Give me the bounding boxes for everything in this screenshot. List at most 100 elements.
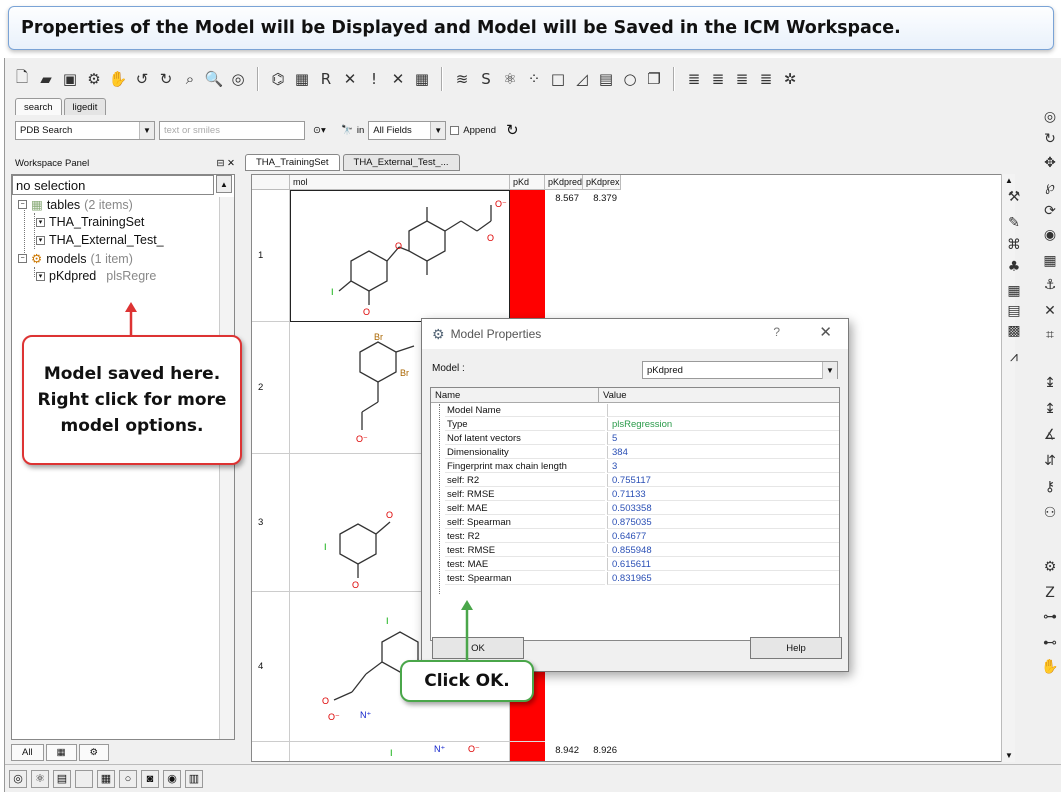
- tab-tables-icon[interactable]: ▦: [45, 744, 77, 761]
- move-icon[interactable]: ✥: [1041, 154, 1059, 172]
- redo-icon[interactable]: ↻: [155, 68, 177, 90]
- circle-icon[interactable]: ○: [619, 68, 641, 90]
- hand-icon[interactable]: ✋: [107, 68, 129, 90]
- workspace-selection[interactable]: no selection: [12, 175, 214, 195]
- blank-icon[interactable]: [75, 769, 93, 788]
- property-value[interactable]: 0.755117: [607, 474, 839, 487]
- grid-view-icon[interactable]: ▦: [1005, 282, 1023, 300]
- tab-search[interactable]: search: [15, 98, 62, 115]
- pkd-value-cell[interactable]: [510, 742, 545, 761]
- property-value[interactable]: 384: [607, 446, 839, 459]
- copy-icon[interactable]: ❐: [643, 68, 665, 90]
- undo-icon[interactable]: ↺: [131, 68, 153, 90]
- grid-icon[interactable]: ▦: [411, 68, 433, 90]
- align3-icon[interactable]: ≣: [731, 68, 753, 90]
- tab-all[interactable]: All: [11, 744, 44, 761]
- plot-icon[interactable]: ⩘: [1005, 348, 1023, 366]
- distance-icon[interactable]: ↨: [1041, 374, 1059, 392]
- anchor-icon[interactable]: ⚓: [1041, 276, 1059, 294]
- table-view-icon[interactable]: ▤: [1005, 302, 1023, 320]
- clip-icon[interactable]: ⚇: [1041, 504, 1059, 522]
- collapse-icon[interactable]: −: [18, 200, 27, 209]
- property-value[interactable]: 3: [607, 460, 839, 473]
- grid-icon[interactable]: ▦: [97, 769, 115, 788]
- table-icon[interactable]: ▥: [185, 769, 203, 788]
- property-value[interactable]: 0.615611: [607, 558, 839, 571]
- help-button[interactable]: Help: [750, 637, 842, 659]
- pkdpred-value[interactable]: 8.942: [545, 745, 583, 756]
- xyz-icon[interactable]: ⌗: [1041, 326, 1059, 344]
- close-icon[interactable]: ✕: [819, 323, 832, 341]
- collapse-icon[interactable]: −: [18, 254, 27, 263]
- molecule-icon[interactable]: ⚛: [499, 68, 521, 90]
- chem-edit-icon[interactable]: ⌬: [267, 68, 289, 90]
- mol-cell[interactable]: O O⁻ O O I: [290, 190, 510, 322]
- new-file-icon[interactable]: 🗋: [11, 68, 33, 90]
- property-value[interactable]: 0.831965: [607, 572, 839, 585]
- pkdprex-value[interactable]: 8.379: [583, 193, 621, 204]
- tree-icon[interactable]: ♣: [1005, 258, 1023, 276]
- cross-icon[interactable]: ✕: [1041, 302, 1059, 320]
- rotate-icon[interactable]: ⟳: [1041, 202, 1059, 220]
- exclamation-icon[interactable]: !: [363, 68, 385, 90]
- dots-grid-icon[interactable]: ▩: [1005, 322, 1023, 340]
- document-icon[interactable]: ▤: [53, 769, 71, 788]
- lasso-icon[interactable]: ℘: [1041, 178, 1059, 196]
- box-icon[interactable]: □: [547, 68, 569, 90]
- grid-icon[interactable]: ▦: [1041, 252, 1059, 270]
- wrench-icon[interactable]: ⚙: [1041, 558, 1059, 576]
- chevron-down-icon[interactable]: ▼: [430, 121, 446, 139]
- align2-icon[interactable]: ≣: [707, 68, 729, 90]
- open-folder-icon[interactable]: ▰: [35, 68, 57, 90]
- tree-item-table-training[interactable]: ▾ THA_TrainingSet: [36, 215, 144, 229]
- workspace-scrollbar[interactable]: [219, 197, 234, 739]
- tab-training-set[interactable]: THA_TrainingSet: [245, 154, 340, 171]
- property-value[interactable]: [607, 404, 839, 417]
- r-group-icon[interactable]: R: [315, 68, 337, 90]
- append-checkbox[interactable]: [450, 125, 460, 135]
- ring-icon[interactable]: ○: [119, 769, 137, 788]
- chevron-down-icon[interactable]: ▼: [822, 362, 837, 379]
- help-question-button[interactable]: ?: [773, 325, 780, 339]
- chevron-down-icon[interactable]: ▼: [139, 121, 154, 139]
- gear-icon[interactable]: ✲: [779, 68, 801, 90]
- property-value[interactable]: 5: [607, 432, 839, 445]
- history-button[interactable]: ⊙▾: [309, 121, 337, 140]
- search-input[interactable]: text or smiles: [159, 120, 305, 140]
- settings-icon[interactable]: ⚙: [83, 68, 105, 90]
- ok-button[interactable]: OK: [432, 637, 524, 659]
- pkd-value-cell[interactable]: [510, 190, 545, 322]
- eye-icon[interactable]: ◉: [1041, 226, 1059, 244]
- angle-icon[interactable]: ∡: [1041, 426, 1059, 444]
- model-select[interactable]: pKdpred ▼: [642, 361, 838, 379]
- zoom-icon[interactable]: 🔍: [203, 68, 225, 90]
- property-value[interactable]: 0.503358: [607, 502, 839, 515]
- tree-item-model-pkdpred[interactable]: ▾ pKdpred plsRegre: [36, 269, 156, 283]
- property-value[interactable]: 0.875035: [607, 516, 839, 529]
- tree-item-models[interactable]: − ⚙ models (1 item): [18, 251, 133, 266]
- pkdpred-value[interactable]: 8.567: [545, 193, 583, 204]
- align-icon[interactable]: ≣: [683, 68, 705, 90]
- save-icon[interactable]: ▣: [59, 68, 81, 90]
- chevron-up-icon[interactable]: ▲: [216, 175, 232, 193]
- target-icon[interactable]: ◎: [9, 769, 27, 788]
- camera-icon[interactable]: ◙: [141, 769, 159, 788]
- align4-icon[interactable]: ≣: [755, 68, 777, 90]
- cross-table-icon[interactable]: ✕: [387, 68, 409, 90]
- pencil-icon[interactable]: ✎: [1005, 214, 1023, 232]
- table-icon[interactable]: ▦: [291, 68, 313, 90]
- refresh-icon[interactable]: ↻: [506, 121, 519, 139]
- binoculars-icon[interactable]: 🔭: [341, 125, 353, 136]
- triangle-icon[interactable]: ◿: [571, 68, 593, 90]
- tab-models-icon[interactable]: ⚙: [78, 744, 110, 761]
- molecule-icon[interactable]: ⚛: [31, 769, 49, 788]
- search-source-select[interactable]: PDB Search ▼: [15, 120, 155, 140]
- hand-icon[interactable]: ✋: [1041, 658, 1059, 676]
- target-icon[interactable]: ◎: [1041, 108, 1059, 126]
- tab-ligedit[interactable]: ligedit: [63, 98, 107, 115]
- pkdprex-value[interactable]: 8.926: [583, 745, 621, 756]
- column-header-pkd[interactable]: pKd: [510, 175, 545, 190]
- screen-icon[interactable]: ▤: [595, 68, 617, 90]
- scroll-up-icon[interactable]: ▲: [1005, 176, 1013, 185]
- search-field-select[interactable]: All Fields ▼: [368, 120, 447, 140]
